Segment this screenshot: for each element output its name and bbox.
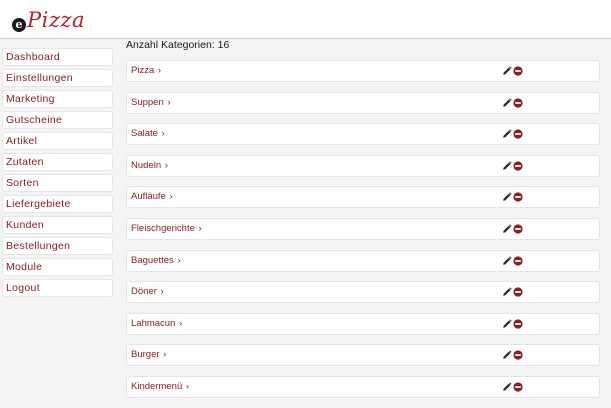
category-link[interactable]: Suppen › [131,93,171,113]
chevron-right-icon: › [163,349,167,361]
category-row: Salate › [126,123,600,146]
category-name: Döner [131,286,157,298]
sidebar-item-zutaten[interactable]: Zutaten [2,153,113,171]
category-list: Pizza › Suppen › Salate › Nudeln › Auflä… [126,60,600,398]
category-link[interactable]: Aufläufe › [131,187,173,207]
category-row: Nudeln › [126,154,600,177]
category-row: Aufläufe › [126,186,600,209]
minus-circle-icon[interactable] [513,287,523,297]
category-row: Döner › [126,281,600,304]
category-name: Baguettes [131,254,174,266]
category-link[interactable]: Baguettes › [131,251,181,271]
logo-e-badge: e [12,18,26,32]
sidebar-item-kunden[interactable]: Kunden [2,216,113,234]
sidebar-item-artikel[interactable]: Artikel [2,132,113,150]
chevron-right-icon: › [160,286,164,298]
category-name: Pizza [131,65,155,76]
chevron-right-icon: › [179,317,183,329]
category-name: Kindermenü [131,380,183,392]
minus-circle-icon[interactable] [513,97,523,108]
minus-circle-icon[interactable] [513,350,523,360]
minus-circle-icon[interactable] [513,161,523,171]
category-name: Fleischgerichte [131,222,195,234]
category-link[interactable]: Fleischgerichte › [131,219,202,239]
category-link[interactable]: Salate › [131,124,165,144]
sidebar-item-liefergebiete[interactable]: Liefergebiete [2,195,113,213]
chevron-right-icon: › [161,128,165,140]
category-link[interactable]: Pizza › [131,61,161,81]
pencil-icon[interactable] [502,66,512,76]
category-link[interactable]: Nudeln › [131,156,168,176]
pencil-icon[interactable] [502,255,512,266]
chevron-right-icon: › [164,159,168,171]
pencil-icon[interactable] [502,319,512,329]
pencil-icon[interactable] [502,287,512,297]
category-name: Lahmacun [131,317,176,329]
category-name: Salate [131,128,158,140]
logo-text: Pizza [27,8,85,32]
chevron-right-icon: › [185,380,190,392]
category-row: Baguettes › [126,249,600,272]
sidebar-item-marketing[interactable]: Marketing [2,90,113,108]
category-row: Suppen › [126,91,600,114]
category-name: Burger [131,349,160,361]
category-link[interactable]: Kindermenü › [131,377,189,397]
minus-circle-icon[interactable] [513,319,523,329]
sidebar-item-einstellungen[interactable]: Einstellungen [2,69,113,87]
sidebar-item-gutscheine[interactable]: Gutscheine [2,111,113,129]
category-list-panel: Anzahl Kategorien: 16 Pizza › Suppen › S… [126,39,600,408]
app-header: e Pizza [0,0,611,39]
category-row: Pizza › [126,60,600,82]
pencil-icon[interactable] [502,224,512,234]
category-name: Aufläufe [131,191,166,203]
minus-circle-icon[interactable] [513,382,523,392]
chevron-right-icon: › [167,96,171,108]
sidebar-item-dashboard[interactable]: Dashboard [2,48,113,66]
pencil-icon[interactable] [502,350,512,360]
chevron-right-icon: › [169,191,173,203]
category-count: Anzahl Kategorien: 16 [126,39,230,51]
minus-circle-icon[interactable] [513,192,523,202]
sidebar-item-sorten[interactable]: Sorten [2,174,113,192]
category-link[interactable]: Döner › [131,282,164,302]
minus-circle-icon[interactable] [513,255,523,266]
category-row: Fleischgerichte › [126,217,600,240]
category-row: Lahmacun › [126,312,600,335]
minus-circle-icon[interactable] [513,224,523,234]
chevron-right-icon: › [177,254,181,266]
category-link[interactable]: Burger › [131,345,166,365]
sidebar-nav: Dashboard Einstellungen Marketing Gutsch… [2,48,113,300]
app-logo[interactable]: e Pizza [12,8,85,36]
category-row: Kindermenü › [126,375,600,398]
chevron-right-icon: › [157,65,162,76]
pencil-icon[interactable] [502,97,512,108]
pencil-icon[interactable] [502,192,512,202]
sidebar-item-module[interactable]: Module [2,258,113,276]
pencil-icon[interactable] [502,382,512,392]
minus-circle-icon[interactable] [513,66,523,76]
category-link[interactable]: Lahmacun › [131,314,182,334]
category-row: Burger › [126,344,600,367]
sidebar-item-logout[interactable]: Logout [2,279,113,297]
pencil-icon[interactable] [502,129,512,139]
category-name: Suppen [131,96,164,108]
chevron-right-icon: › [198,222,202,234]
sidebar-item-bestellungen[interactable]: Bestellungen [2,237,113,255]
minus-circle-icon[interactable] [513,129,523,139]
category-name: Nudeln [131,159,162,171]
pencil-icon[interactable] [502,161,512,171]
